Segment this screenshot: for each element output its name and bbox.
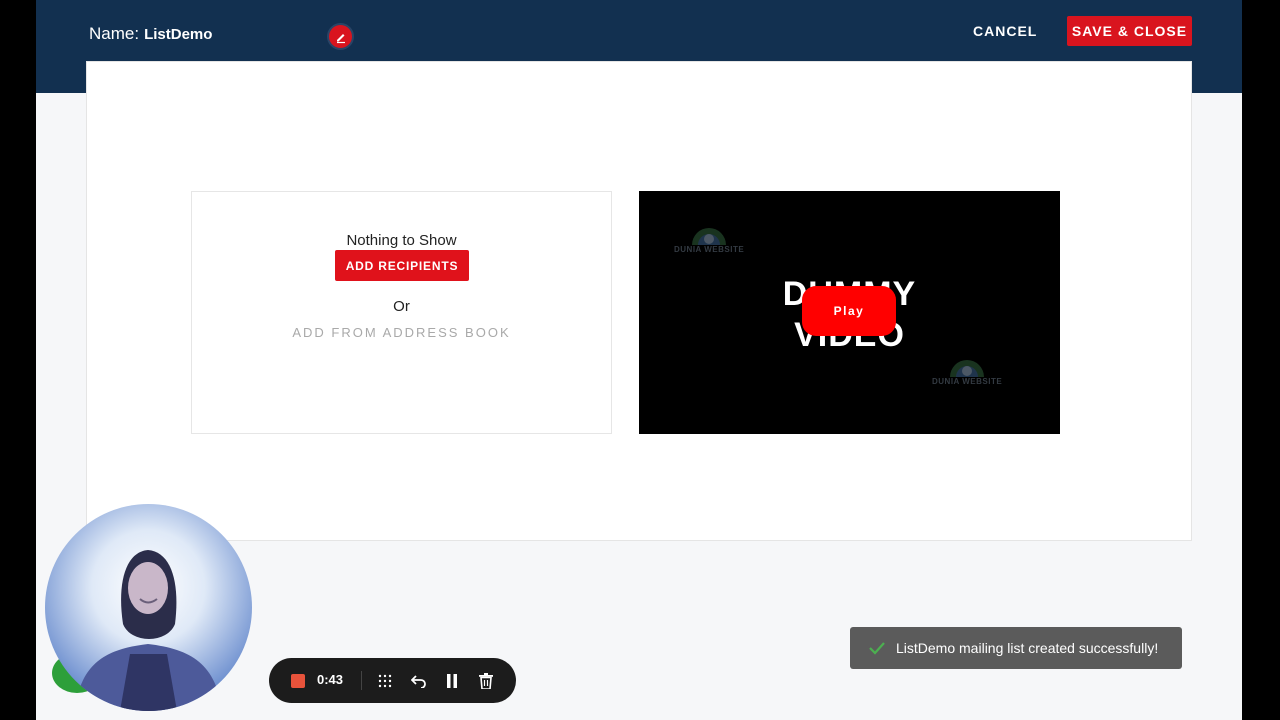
video-logo: DUNIA WEBSITE xyxy=(932,353,1002,386)
add-from-address-book-link[interactable]: ADD FROM ADDRESS BOOK xyxy=(192,325,611,340)
webcam-bubble[interactable] xyxy=(45,504,252,711)
name-value: ListDemo xyxy=(144,26,213,43)
success-toast: ListDemo mailing list created successful… xyxy=(850,627,1182,669)
presenter-avatar xyxy=(75,550,222,711)
video-logo: DUNIA WEBSITE xyxy=(674,221,744,254)
add-recipients-button[interactable]: ADD RECIPIENTS xyxy=(335,250,469,281)
play-button[interactable]: Play xyxy=(802,286,896,336)
empty-state-text: Nothing to Show xyxy=(346,232,457,249)
controls-divider xyxy=(361,671,362,690)
recording-timer: 0:43 xyxy=(317,672,344,687)
stop-icon[interactable] xyxy=(291,674,305,688)
pencil-icon xyxy=(336,33,345,43)
trash-icon[interactable] xyxy=(476,671,496,691)
or-separator: Or xyxy=(393,298,410,315)
toast-message: ListDemo mailing list created successful… xyxy=(896,640,1159,656)
list-name: Name: ListDemo xyxy=(89,24,212,44)
name-label: Name: xyxy=(89,24,140,43)
check-icon xyxy=(869,642,885,655)
globe-logo-icon xyxy=(950,360,985,377)
recipients-panel: Nothing to Show ADD RECIPIENTS Or ADD FR… xyxy=(191,191,612,434)
edit-name-button[interactable] xyxy=(327,23,354,50)
content-panel: Nothing to Show ADD RECIPIENTS Or ADD FR… xyxy=(86,61,1192,541)
cancel-button[interactable]: CANCEL xyxy=(961,16,1049,46)
undo-icon[interactable] xyxy=(409,671,429,691)
grid-icon[interactable] xyxy=(375,671,395,691)
logo-text: DUNIA WEBSITE xyxy=(932,377,1003,386)
video-player[interactable]: DUNIA WEBSITE DUNIA WEBSITE DUMMY VIDEO … xyxy=(639,191,1060,434)
save-close-button[interactable]: SAVE & CLOSE xyxy=(1067,16,1192,46)
logo-text: DUNIA WEBSITE xyxy=(674,245,745,254)
globe-logo-icon xyxy=(692,228,727,245)
recording-controls: 0:43 xyxy=(269,658,516,703)
pause-icon[interactable] xyxy=(442,671,462,691)
